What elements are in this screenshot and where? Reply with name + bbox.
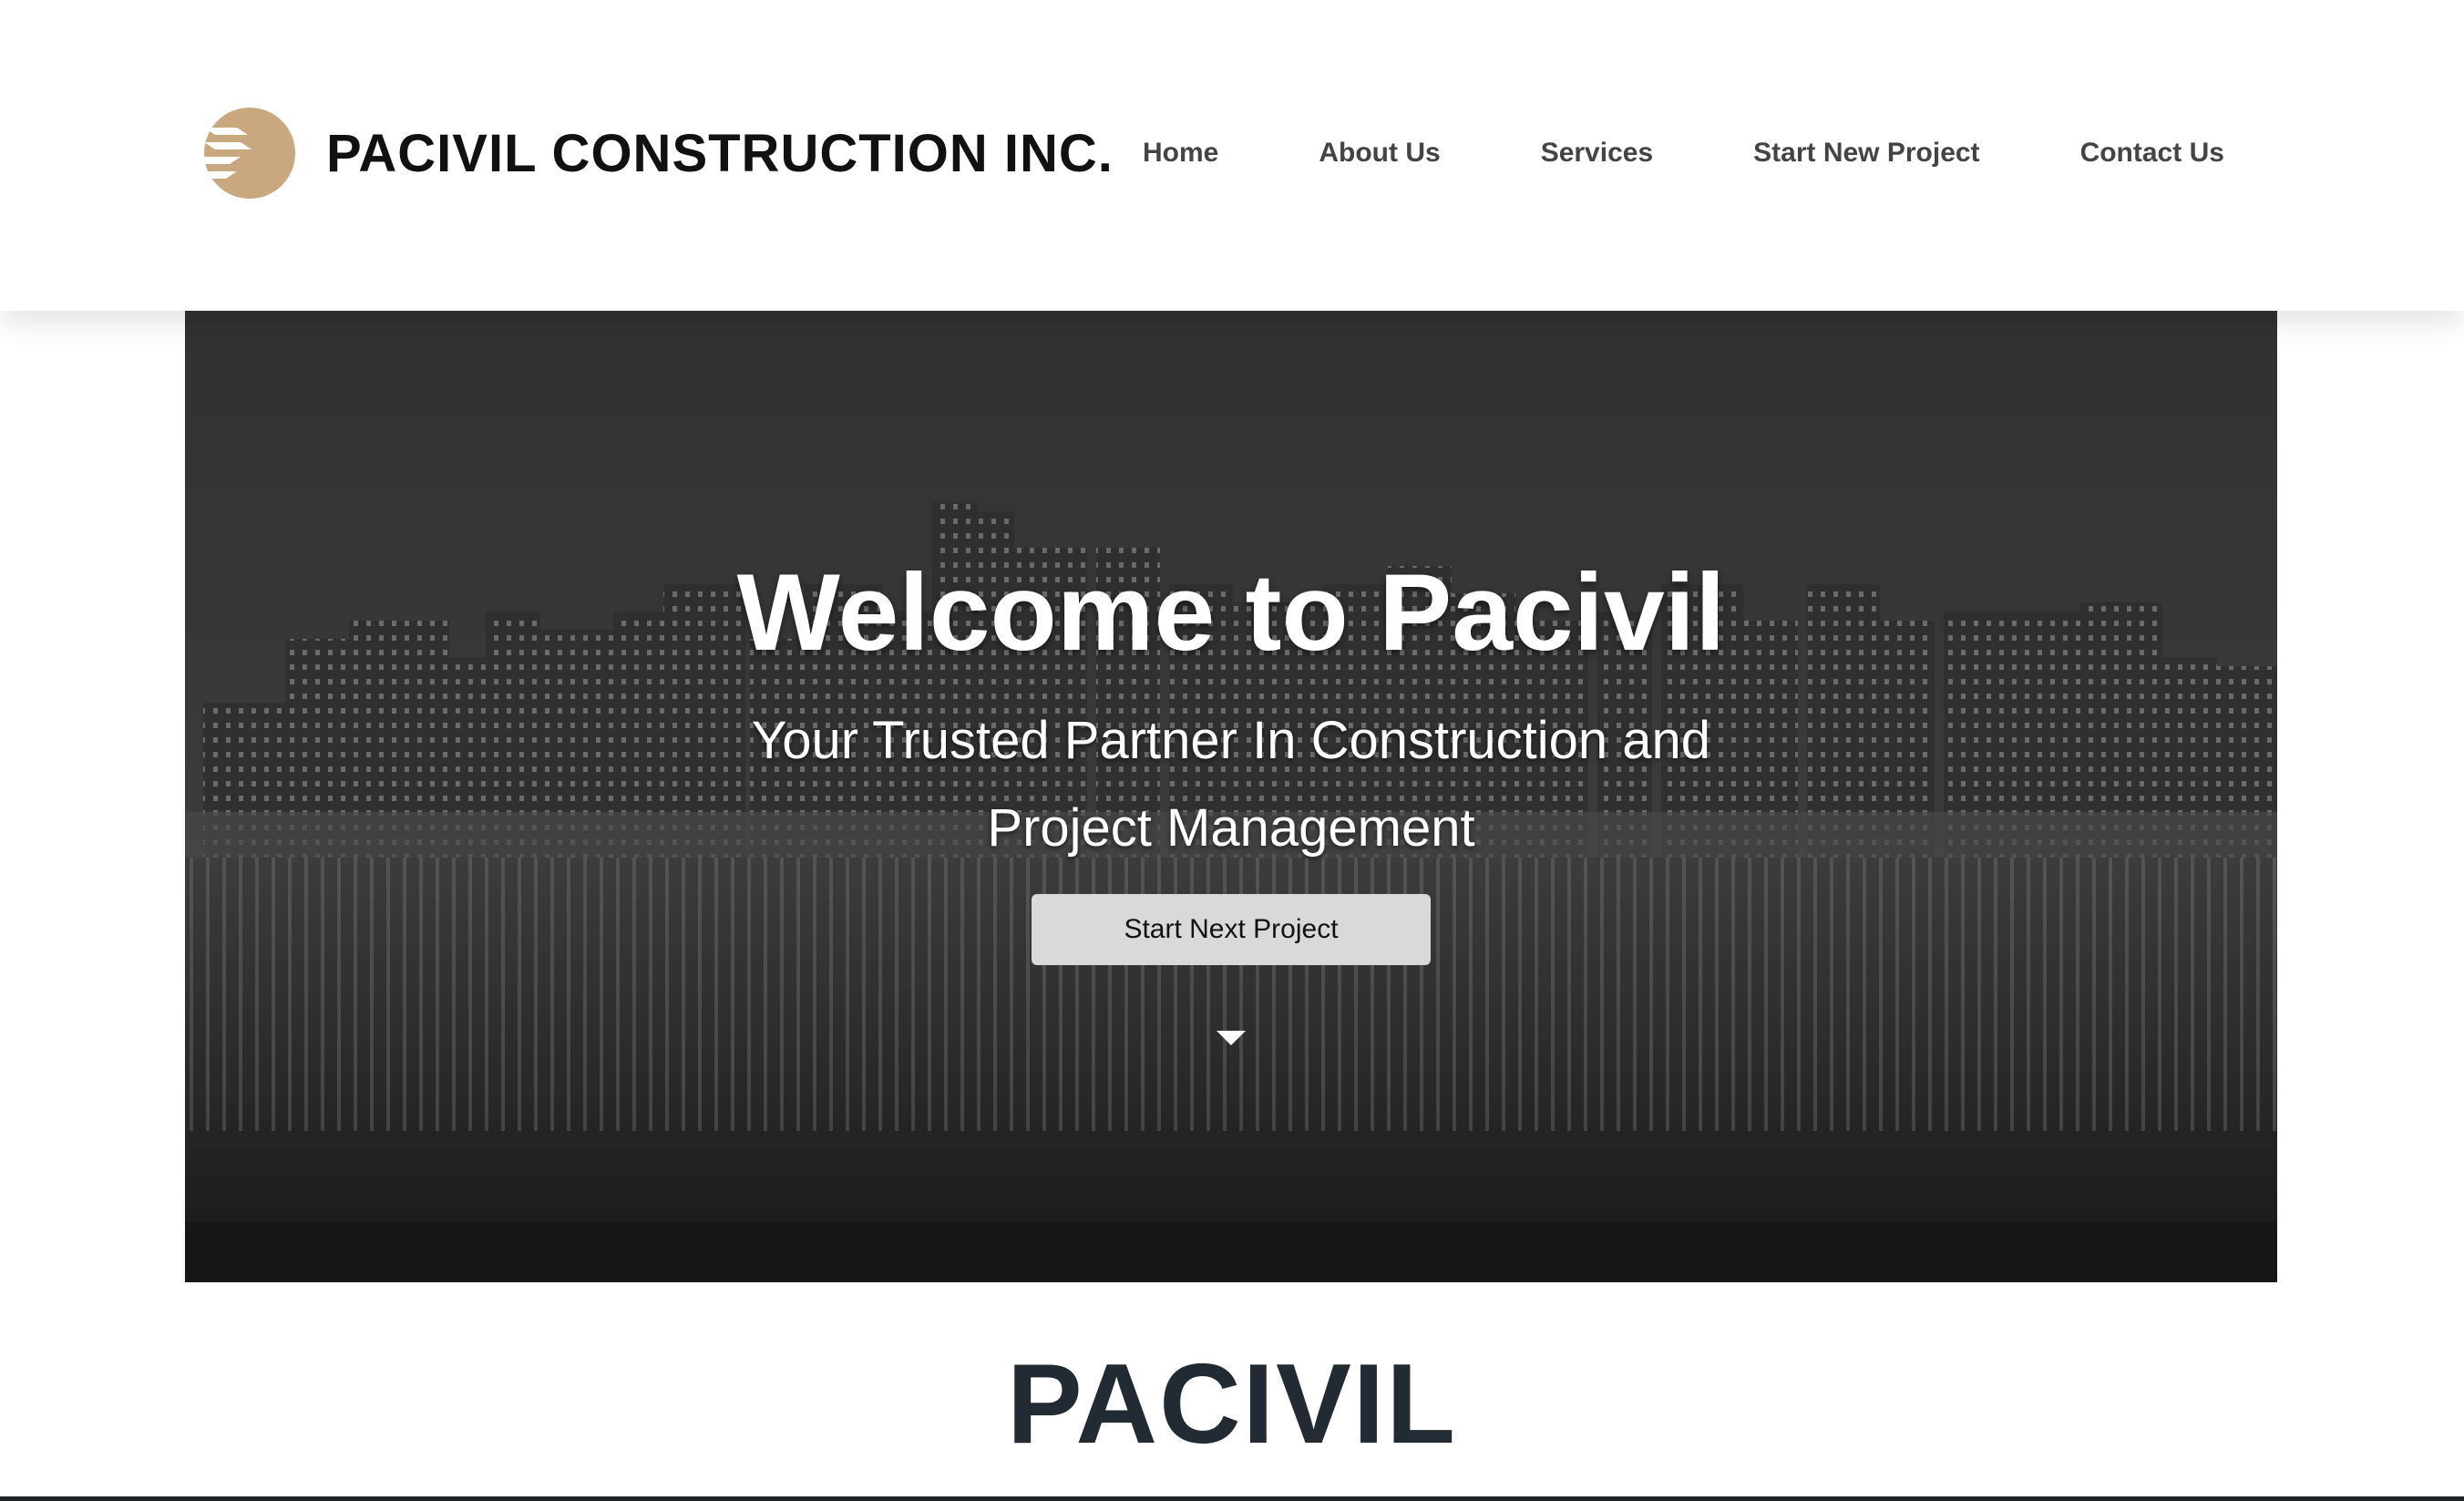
- nav-contact-us[interactable]: Contact Us: [2080, 138, 2224, 169]
- start-next-project-button[interactable]: Start Next Project: [1032, 894, 1431, 965]
- hero-banner: Welcome to Pacivil Your Trusted Partner …: [185, 311, 2277, 1282]
- hero-subtitle: Your Trusted Partner In Construction and…: [185, 697, 2277, 872]
- hero-subtitle-line-2: Project Management: [987, 798, 1475, 858]
- brand[interactable]: PACIVIL CONSTRUCTION INC.: [204, 108, 1114, 199]
- hero-subtitle-line-1: Your Trusted Partner In Construction and: [751, 711, 1711, 770]
- nav-home[interactable]: Home: [1143, 138, 1218, 169]
- divider: [0, 1496, 2464, 1501]
- nav-start-new-project[interactable]: Start New Project: [1753, 138, 1979, 169]
- caret-down-icon[interactable]: [1217, 1031, 1246, 1045]
- nav-about-us[interactable]: About Us: [1319, 138, 1440, 169]
- hero-title: Welcome to Pacivil: [736, 551, 1726, 673]
- site-header: PACIVIL CONSTRUCTION INC. Home About Us …: [0, 0, 2464, 311]
- nav-services[interactable]: Services: [1541, 138, 1653, 169]
- stacked-chevrons-logo-icon: [204, 108, 295, 199]
- main-nav: Home About Us Services Start New Project…: [1143, 128, 2224, 179]
- brand-name: PACIVIL CONSTRUCTION INC.: [326, 123, 1114, 183]
- section-title: PACIVIL: [1007, 1342, 1457, 1467]
